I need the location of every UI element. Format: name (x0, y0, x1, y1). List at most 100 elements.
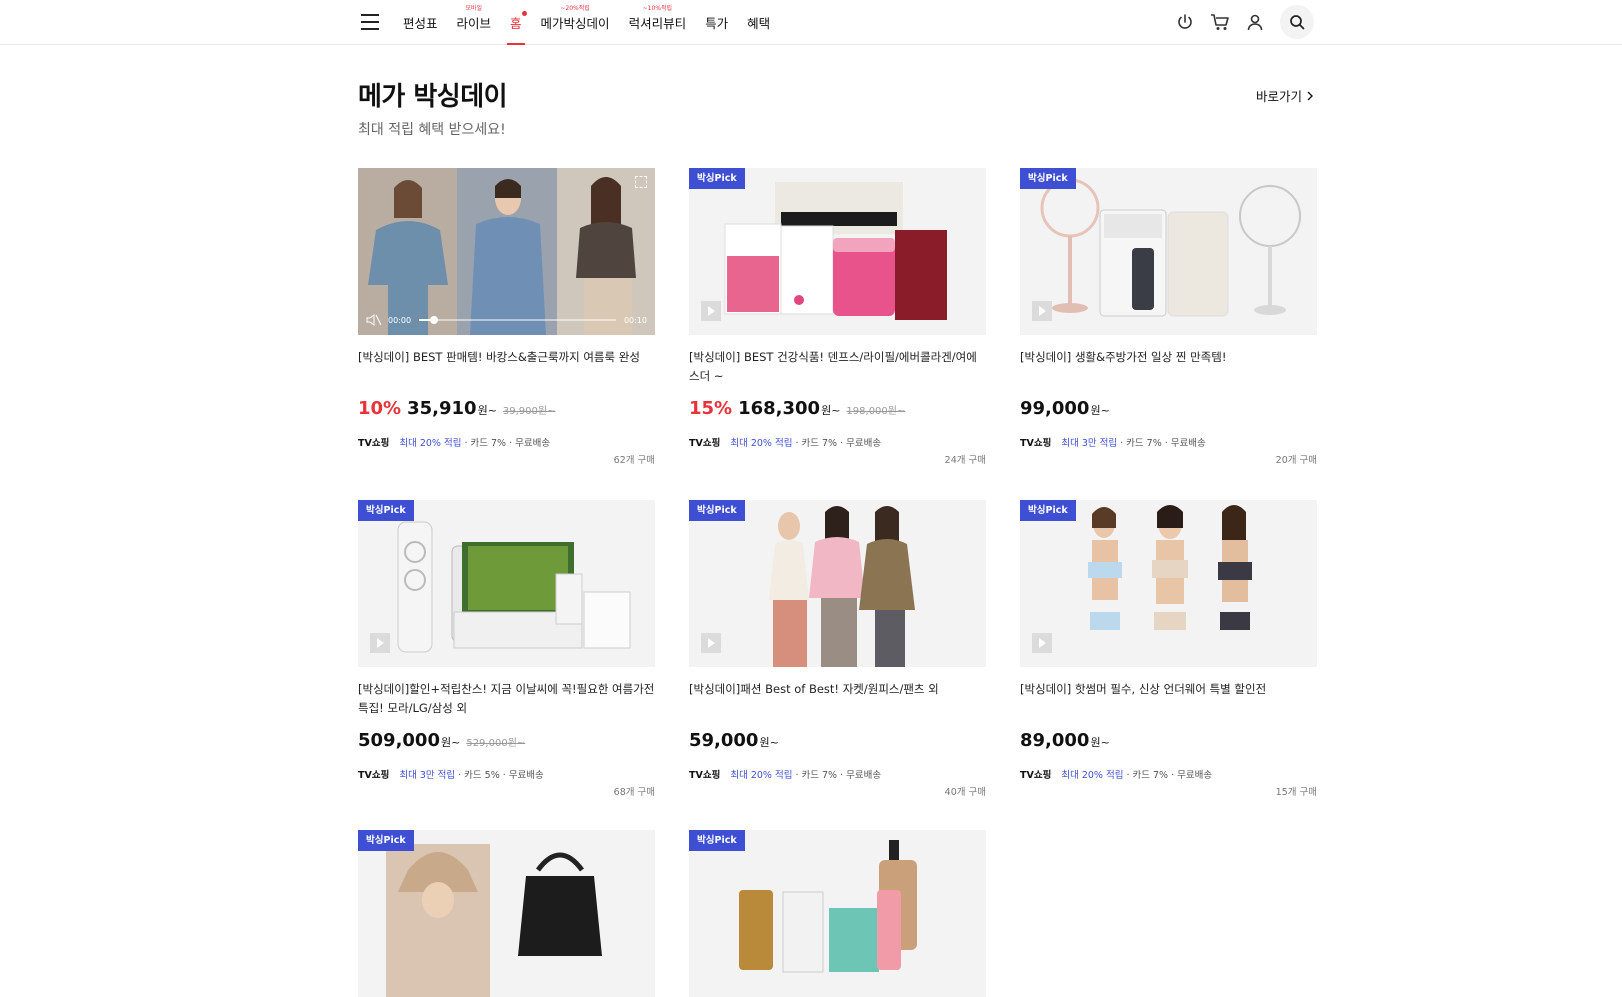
price-unit: 원~ (1090, 736, 1110, 749)
product-image[interactable]: 박싱Pick (1020, 168, 1317, 335)
nav-luxury-beauty[interactable]: ~10%적립 럭셔리뷰티 (629, 0, 687, 44)
section-subtitle: 최대 적립 혜택 받으세요! (358, 122, 506, 138)
pick-badge: 박싱Pick (358, 830, 414, 851)
channel-label: TV쇼핑 (689, 770, 721, 781)
card-text: · 카드 7% · 무료배송 (792, 770, 882, 781)
nav-badge: ~20%적립 (560, 5, 590, 12)
fullscreen-icon[interactable] (635, 176, 647, 188)
product-card[interactable]: 박싱Pick (358, 830, 655, 997)
product-title[interactable]: [박싱데이] BEST 건강식품! 덴프스/라이필/에버콜라겐/여에스더 ~ (689, 348, 986, 386)
pick-badge: 박싱Pick (358, 500, 414, 521)
product-price: 509,000 원~ 529,000원~ (358, 730, 525, 751)
product-price: 59,000 원~ (689, 730, 779, 751)
pick-badge: 박싱Pick (1020, 500, 1076, 521)
product-image[interactable]: 박싱Pick (689, 830, 986, 997)
play-icon[interactable] (1032, 633, 1052, 653)
nav-mega-boxing-day[interactable]: ~20%적립 메가박싱데이 (541, 0, 610, 44)
nav-benefits[interactable]: 혜택 (747, 0, 770, 44)
purchase-count: 62개 구매 (613, 455, 655, 466)
price-unit: 원~ (1090, 404, 1110, 417)
nav-special-price[interactable]: 특가 (705, 0, 728, 44)
product-price: 99,000 원~ (1020, 398, 1110, 419)
nav-live[interactable]: 모바일라이브 (457, 0, 492, 44)
product-image[interactable]: 박싱Pick (358, 830, 655, 997)
pick-badge: 박싱Pick (689, 168, 745, 189)
purchase-count: 40개 구매 (944, 787, 986, 798)
new-dot (521, 11, 527, 16)
pick-badge: 박싱Pick (1020, 168, 1076, 189)
price-value: 59,000 (689, 730, 759, 751)
product-image[interactable]: 박싱Pick (358, 500, 655, 667)
power-icon[interactable] (1174, 11, 1196, 33)
purchase-count: 24개 구매 (944, 455, 986, 466)
nav-home[interactable]: 홈 (507, 0, 527, 45)
price-value: 168,300 (738, 398, 821, 419)
play-icon[interactable] (370, 633, 390, 653)
play-icon[interactable] (1032, 301, 1052, 321)
price-value: 99,000 (1020, 398, 1090, 419)
channel-label: TV쇼핑 (358, 438, 390, 449)
section-title: 메가 박싱데이 (358, 82, 508, 112)
price-unit: 원~ (759, 736, 779, 749)
price-value: 509,000 (358, 730, 440, 751)
product-image[interactable]: 박싱Pick (1020, 500, 1317, 667)
discount-rate: 15% (689, 398, 733, 419)
original-price: 39,900원~ (502, 406, 556, 417)
play-icon[interactable] (701, 301, 721, 321)
top-header: 편성표 모바일라이브 홈 ~20%적립 메가박싱데이 ~10%적립 럭셔리뷰티 특가… (0, 0, 1622, 45)
product-price: 15% 168,300 원~ 198,000원~ (689, 398, 905, 419)
product-card[interactable]: 00:00 00:10 [박싱데이] BEST 판매템! 바캉스&출근룩까지 여… (358, 168, 655, 466)
nav-schedule[interactable]: 편성표 (403, 0, 438, 44)
product-price: 89,000 원~ (1020, 730, 1110, 751)
product-title[interactable]: [박싱데이]패션 Best of Best! 자켓/원피스/팬츠 외 (689, 680, 986, 699)
product-card[interactable]: 박싱Pick [박싱데이]할인+적립찬스! 지금 이날씨에 꼭!필요한 여름가전… (358, 500, 655, 798)
product-card[interactable]: 박싱Pick [박싱데이] 핫썸머 필수, 신상 언더웨어 특별 할인전 89,… (1020, 500, 1317, 798)
product-image[interactable]: 박싱Pick (689, 168, 986, 335)
nav-badge: 모바일 (465, 5, 483, 12)
purchase-count: 15개 구매 (1275, 787, 1317, 798)
benefit-text: 최대 20% 적립 (399, 438, 462, 449)
benefit-text: 최대 3만 적립 (399, 770, 456, 781)
price-unit: 원~ (440, 736, 461, 749)
nav-label: 라이브 (456, 15, 492, 31)
beauty-products-image (739, 840, 917, 973)
pick-badge: 박싱Pick (689, 500, 745, 521)
product-image[interactable]: 박싱Pick (689, 500, 986, 667)
product-price: 10% 35,910 원~ 39,900원~ (358, 398, 556, 419)
play-icon[interactable] (701, 633, 721, 653)
search-button[interactable] (1280, 5, 1314, 39)
card-text: · 카드 5% · 무료배송 (455, 770, 544, 781)
product-card[interactable]: 박싱Pick [박싱데이] 생활&주방가전 일상 찐 만족템! 99,000 원… (1020, 168, 1317, 466)
nav-label: 혜택 (747, 15, 771, 31)
product-title[interactable]: [박싱데이] 생활&주방가전 일상 찐 만족템! (1020, 348, 1317, 367)
video-scrubber[interactable] (430, 316, 439, 324)
original-price: 529,000원~ (466, 738, 526, 749)
product-video[interactable]: 00:00 00:10 (358, 168, 655, 335)
video-time-end: 00:10 (623, 315, 647, 325)
product-meta: TV쇼핑 최대 20% 적립 · 카드 7% · 무료배송 (1020, 767, 1212, 781)
cart-icon[interactable] (1209, 11, 1231, 33)
goto-link[interactable]: 바로가기 (1256, 86, 1314, 105)
card-text: · 카드 7% · 무료배송 (792, 438, 882, 449)
product-card[interactable]: 박싱Pick (689, 830, 986, 997)
pick-badge: 박싱Pick (689, 830, 745, 851)
product-title[interactable]: [박싱데이] 핫썸머 필수, 신상 언더웨어 특별 할인전 (1020, 680, 1317, 699)
original-price: 198,000원~ (846, 406, 906, 417)
video-progress[interactable] (419, 316, 616, 324)
price-value: 35,910 (407, 398, 477, 419)
card-text: · 카드 7% · 무료배송 (1117, 438, 1206, 449)
hamburger-menu-icon[interactable] (361, 14, 379, 30)
channel-label: TV쇼핑 (689, 438, 721, 449)
header-icons (1174, 0, 1314, 44)
nav-label: 특가 (705, 15, 729, 31)
product-meta: TV쇼핑 최대 20% 적립 · 카드 7% · 무료배송 (689, 767, 881, 781)
card-text: · 카드 7% · 무료배송 (461, 438, 551, 449)
mute-icon[interactable] (366, 314, 382, 326)
product-card[interactable]: 박싱Pick [박싱데이] BEST 건강식품! 덴프스/라이필/에버콜라겐/여… (689, 168, 986, 466)
product-title[interactable]: [박싱데이]할인+적립찬스! 지금 이날씨에 꼭!필요한 여름가전 특집! 모라… (358, 680, 655, 718)
product-card[interactable]: 박싱Pick [박싱데이]패션 Best of Best! 자켓/원피스/팬츠 … (689, 500, 986, 798)
product-title[interactable]: [박싱데이] BEST 판매템! 바캉스&출근룩까지 여름룩 완성 (358, 348, 655, 367)
user-icon[interactable] (1244, 11, 1266, 33)
nav-label: 럭셔리뷰티 (628, 15, 687, 31)
search-icon (1290, 15, 1305, 30)
